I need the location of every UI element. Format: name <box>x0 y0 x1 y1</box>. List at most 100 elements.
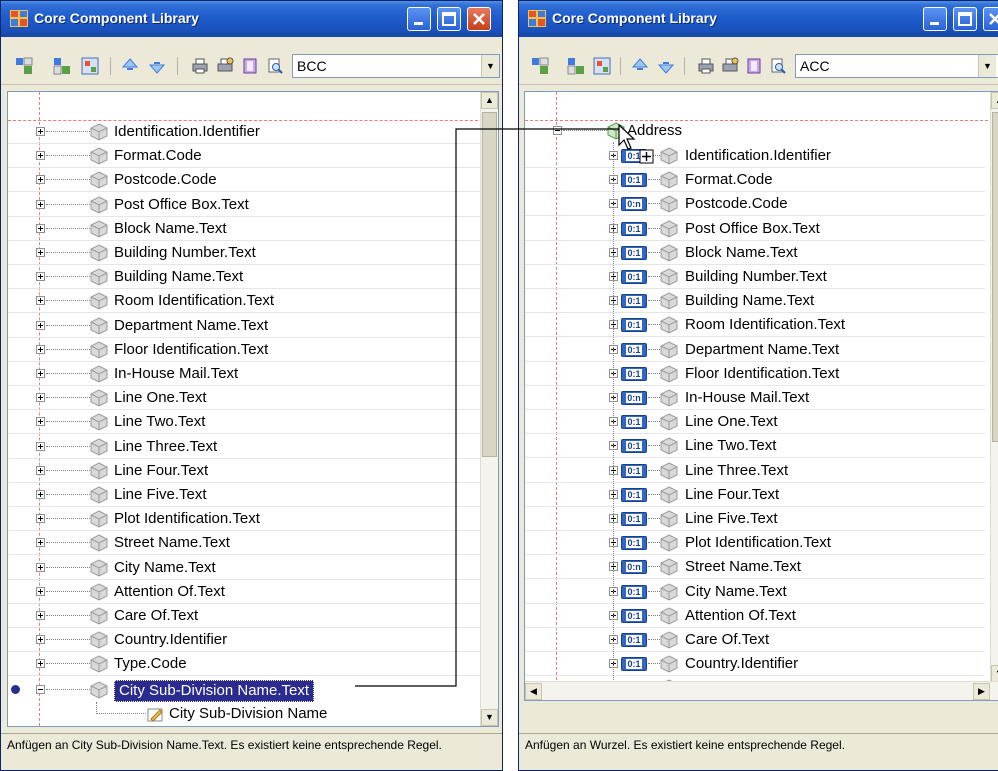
move-down-icon[interactable] <box>657 57 675 75</box>
tree-root-row[interactable]: Address <box>525 119 985 143</box>
tree-row[interactable]: 0:1 Room Identification.Text <box>525 313 985 338</box>
right-titlebar[interactable]: Core Component Library <box>519 1 998 37</box>
tree-row[interactable]: Building Number.Text <box>8 241 483 265</box>
move-up-icon[interactable] <box>121 57 139 75</box>
tree-row[interactable]: Street Name.Text <box>8 531 483 556</box>
expand-icon[interactable] <box>36 586 45 596</box>
scroll-down-icon[interactable]: ▼ <box>991 665 998 682</box>
expand-icon[interactable] <box>36 344 45 354</box>
expand-icon[interactable] <box>36 127 45 136</box>
tree-row[interactable]: 0:1 Building Name.Text <box>525 289 985 314</box>
tree-row[interactable]: 0:1 Plot Identification.Text <box>525 531 985 556</box>
tree-row[interactable]: 0:1 Country.Identifier <box>525 652 985 677</box>
maximize-button[interactable] <box>953 7 977 31</box>
tree-row[interactable]: 0:1 Line Two.Text <box>525 434 985 459</box>
scroll-left-icon[interactable]: ◀ <box>525 683 542 700</box>
new-component-icon[interactable] <box>531 57 549 75</box>
delete-component-icon[interactable] <box>81 57 99 75</box>
component-tree[interactable]: Address 0:1 Identification.Identifier 0:1 F… <box>524 91 998 701</box>
tree-row[interactable]: 0:1 Attention Of.Text <box>525 604 985 628</box>
tree-row[interactable]: 0:n Street Name.Text <box>525 555 985 580</box>
tree-row[interactable]: Room Identification.Text <box>8 289 483 314</box>
tree-row[interactable]: 0:1 Floor Identification.Text <box>525 362 985 386</box>
tree-row[interactable]: In-House Mail.Text <box>8 362 483 386</box>
delete-component-icon[interactable] <box>593 57 611 75</box>
tree-row[interactable]: Care Of.Text <box>8 604 483 628</box>
scroll-thumb[interactable] <box>992 112 998 442</box>
tree-row[interactable]: Floor Identification.Text <box>8 338 483 362</box>
expand-icon[interactable] <box>36 538 45 548</box>
tree-row-child[interactable]: City Sub-Division Name <box>8 702 483 726</box>
tree-row[interactable]: Post Office Box.Text <box>8 193 483 217</box>
close-button[interactable] <box>983 7 998 31</box>
print-preview-icon[interactable] <box>721 57 739 75</box>
tree-row[interactable]: City Name.Text <box>8 556 483 580</box>
print-icon[interactable] <box>191 57 209 75</box>
tree-row[interactable]: 0:1 Post Office Box.Text <box>525 217 985 241</box>
tree-row[interactable]: 0:n In-House Mail.Text <box>525 386 985 410</box>
tree-row[interactable]: 0:1 Line Five.Text <box>525 507 985 531</box>
tree-row[interactable]: 0:1 Care Of.Text <box>525 628 985 652</box>
expand-icon[interactable] <box>36 199 45 209</box>
expand-icon[interactable] <box>36 562 45 572</box>
vertical-scrollbar[interactable]: ▲ ▼ <box>990 92 998 682</box>
scroll-up-icon[interactable]: ▲ <box>481 92 498 109</box>
close-button[interactable] <box>467 7 491 31</box>
new-component-icon[interactable] <box>15 57 33 75</box>
maximize-button[interactable] <box>437 7 461 31</box>
component-tree[interactable]: Identification.Identifier Format.Code Post… <box>7 91 499 727</box>
tree-row[interactable]: 0:1 Format.Code <box>525 168 985 193</box>
tree-row[interactable]: 0:1 Line Four.Text <box>525 483 985 507</box>
expand-icon[interactable] <box>36 151 45 161</box>
search-icon[interactable] <box>769 57 787 75</box>
tree-row[interactable]: Postcode.Code <box>8 168 483 193</box>
tree-row[interactable]: Line Five.Text <box>8 483 483 507</box>
tree-row[interactable]: Plot Identification.Text <box>8 507 483 532</box>
horizontal-scrollbar[interactable]: ◀ ▶ <box>525 681 998 700</box>
tree-row[interactable]: Line Four.Text <box>8 459 483 483</box>
expand-icon[interactable] <box>36 417 45 427</box>
minimize-button[interactable] <box>407 7 431 31</box>
print-preview-icon[interactable] <box>216 57 234 75</box>
expand-icon[interactable] <box>36 685 45 694</box>
expand-icon[interactable] <box>36 296 45 306</box>
library-selector[interactable]: BCC ▼ <box>292 54 500 78</box>
scroll-right-icon[interactable]: ▶ <box>973 683 990 700</box>
tree-row[interactable]: Type.Code <box>8 652 483 677</box>
scroll-thumb[interactable] <box>482 112 497 457</box>
expand-icon[interactable] <box>36 611 45 620</box>
scroll-down-icon[interactable]: ▼ <box>481 709 498 726</box>
tree-row[interactable]: Line One.Text <box>8 386 483 411</box>
tree-row[interactable]: 0:1 City Name.Text <box>525 580 985 604</box>
tree-row[interactable]: Building Name.Text <box>8 265 483 290</box>
tree-row[interactable]: 0:1 Identification.Identifier <box>525 144 985 168</box>
expand-icon[interactable] <box>36 465 45 475</box>
expand-icon[interactable] <box>36 659 45 669</box>
search-icon[interactable] <box>266 57 284 75</box>
expand-icon[interactable] <box>36 369 45 378</box>
tree-row[interactable]: 0:1 Line One.Text <box>525 410 985 435</box>
expand-icon[interactable] <box>36 320 45 330</box>
tree-row[interactable]: 0:1 Block Name.Text <box>525 241 985 265</box>
vertical-scrollbar[interactable]: ▲ ▼ <box>480 92 498 726</box>
tree-row[interactable]: Line Two.Text <box>8 410 483 435</box>
tree-row[interactable]: Format.Code <box>8 144 483 169</box>
minimize-button[interactable] <box>923 7 947 31</box>
expand-icon[interactable] <box>36 490 45 499</box>
tree-row[interactable]: 0:1 Building Number.Text <box>525 265 985 289</box>
library-selector[interactable]: ACC ▼ <box>795 54 998 78</box>
expand-icon[interactable] <box>36 514 45 524</box>
expand-icon[interactable] <box>36 441 45 451</box>
tree-row[interactable]: 0:1 Department Name.Text <box>525 338 985 362</box>
tree-row[interactable]: Attention Of.Text <box>8 580 483 604</box>
book-icon[interactable] <box>241 57 259 75</box>
expand-icon[interactable] <box>36 223 45 233</box>
scroll-up-icon[interactable]: ▲ <box>991 92 998 109</box>
left-titlebar[interactable]: Core Component Library <box>1 1 502 37</box>
move-up-icon[interactable] <box>631 57 649 75</box>
tree-row-selected[interactable]: City Sub-Division Name.Text <box>8 678 483 702</box>
copy-component-icon[interactable] <box>53 57 71 75</box>
tree-row[interactable]: Country.Identifier <box>8 628 483 653</box>
chevron-down-icon[interactable]: ▼ <box>978 55 996 77</box>
tree-row[interactable]: 0:1 Line Three.Text <box>525 459 985 483</box>
